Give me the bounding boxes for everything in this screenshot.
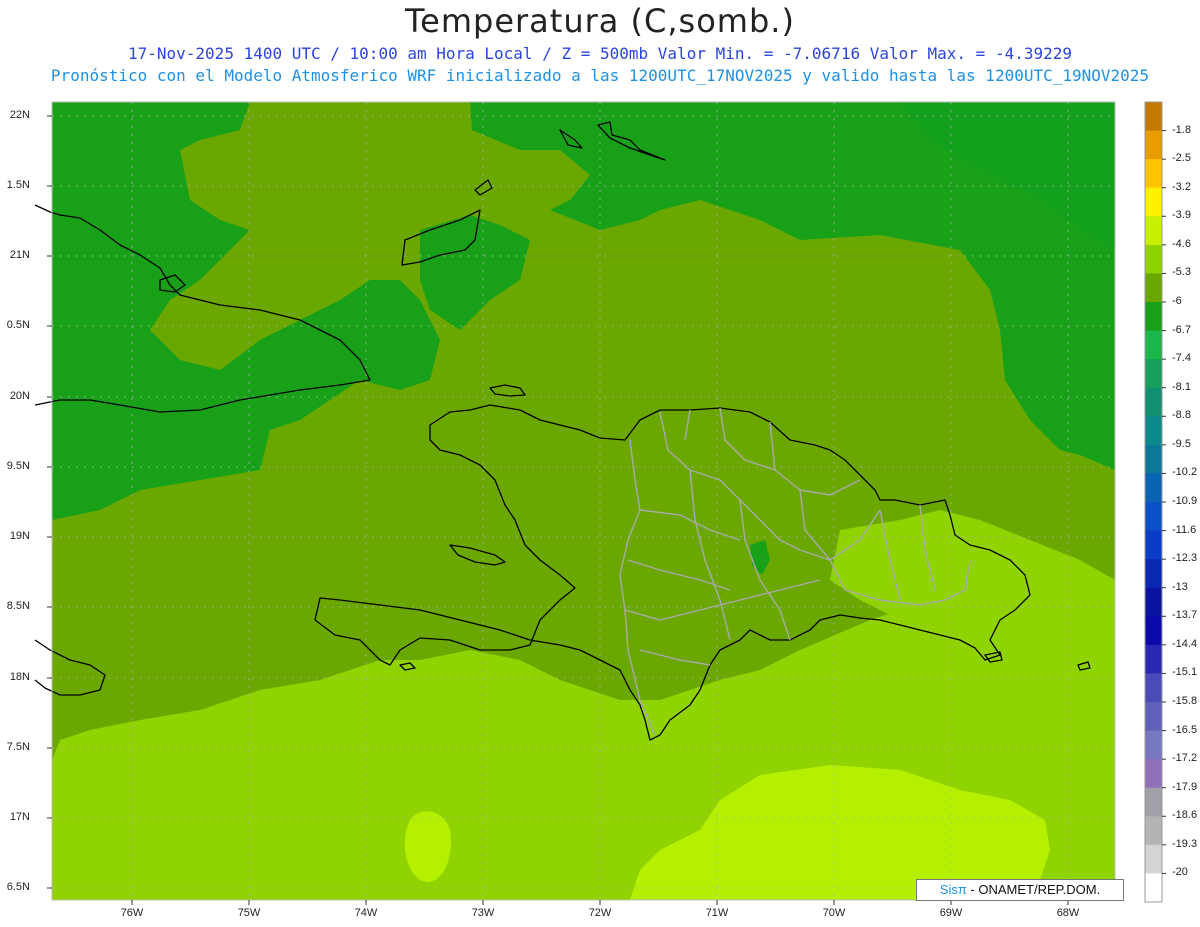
colorbar-tick-label: -15.8 (1172, 695, 1198, 707)
colorbar-swatch (1145, 187, 1162, 217)
map-field (52, 102, 1115, 900)
colorbar-tick-label: -10.9 (1172, 495, 1198, 507)
colorbar-swatch (1145, 730, 1162, 760)
lon-label: 69W (939, 907, 963, 919)
colorbar-swatch (1145, 844, 1162, 874)
lat-label: 18N (9, 671, 30, 683)
colorbar-tick-label: -6 (1172, 295, 1182, 307)
lat-label: 20N (9, 390, 30, 402)
colorbar-swatch (1145, 444, 1162, 474)
colorbar-tick-label: -2.5 (1172, 152, 1191, 165)
brand-label: Sisπ (939, 882, 967, 897)
colorbar-tick-label: -12.3 (1172, 552, 1198, 565)
colorbar-tick-label: -13 (1172, 580, 1188, 593)
colorbar-tick-label: -9.5 (1172, 437, 1191, 450)
lon-label: 76W (120, 907, 144, 919)
colorbar-tick-label: -13.7 (1172, 609, 1198, 622)
colorbar-tick-label: -8.8 (1172, 409, 1191, 422)
colorbar-swatch (1145, 302, 1162, 332)
colorbar-swatch (1145, 644, 1162, 674)
lon-label: 75W (237, 907, 261, 919)
colorbar-swatch (1145, 387, 1162, 417)
colorbar-swatch (1145, 359, 1162, 389)
lat-label: 0.5N (6, 319, 30, 331)
lat-label: 6.5N (6, 881, 30, 893)
colorbar-tick-label: -4.6 (1172, 237, 1191, 250)
colorbar-tick-label: -3.2 (1172, 180, 1191, 193)
lat-ticks (47, 115, 52, 889)
colorbar-swatch (1145, 673, 1162, 703)
colorbar-tick-label: -20 (1172, 866, 1188, 879)
lat-label: 21N (9, 249, 30, 261)
colorbar-swatch (1145, 759, 1162, 789)
colorbar-swatch (1145, 130, 1162, 160)
lon-label: 74W (354, 907, 378, 919)
colorbar-tick-label: -15.1 (1172, 666, 1198, 679)
colorbar-swatch (1145, 587, 1162, 617)
colorbar-swatch (1145, 102, 1162, 132)
lat-label: 8.5N (6, 600, 30, 612)
colorbar-tick-label: -11.6 (1172, 523, 1197, 536)
lon-label: 68W (1056, 907, 1080, 919)
lat-label: 1.5N (6, 179, 30, 191)
lat-label: 19N (9, 530, 30, 542)
lon-label: 71W (705, 907, 729, 919)
colorbar-swatch (1145, 330, 1162, 360)
colorbar-tick-label: -17.2 (1172, 752, 1198, 765)
colorbar-tick-label: -3.9 (1172, 209, 1191, 222)
lat-label: 22N (9, 109, 30, 121)
colorbar-swatch (1145, 616, 1162, 646)
credit-box: Sisπ - ONAMET/REP.DOM. (916, 879, 1124, 901)
colorbar-swatch (1145, 787, 1162, 817)
colorbar (1144, 101, 1166, 903)
colorbar-tick-label: -8.1 (1172, 380, 1191, 393)
colorbar-swatch (1145, 273, 1162, 303)
colorbar-swatch (1145, 502, 1162, 532)
colorbar-swatch (1145, 702, 1162, 732)
lat-label: 9.5N (6, 460, 30, 472)
colorbar-swatch (1145, 559, 1162, 589)
colorbar-tick-label: -6.7 (1172, 323, 1191, 336)
colorbar-swatch (1145, 159, 1162, 189)
colorbar-tick-label: -5.3 (1172, 266, 1191, 279)
lat-label: 17N (9, 811, 30, 823)
colorbar-swatch (1145, 416, 1162, 446)
colorbar-tick-label: -14.4 (1172, 637, 1198, 650)
lon-label: 70W (822, 907, 846, 919)
colorbar-tick-label: -10.2 (1172, 466, 1198, 479)
colorbar-swatch (1145, 873, 1162, 903)
colorbar-tick-label: -19.3 (1172, 837, 1198, 850)
colorbar-swatch (1145, 216, 1162, 246)
colorbar-tick-label: -16.5 (1172, 723, 1198, 736)
colorbar-swatch (1145, 530, 1162, 560)
credit-label: - ONAMET/REP.DOM. (966, 882, 1101, 897)
lon-label: 73W (471, 907, 495, 919)
colorbar-swatch (1145, 473, 1162, 503)
colorbar-tick-label: -1.8 (1172, 123, 1191, 136)
colorbar-swatch (1145, 816, 1162, 846)
lon-label: 72W (588, 907, 612, 919)
colorbar-tick-label: -7.4 (1172, 352, 1191, 365)
colorbar-tick-label: -18.6 (1172, 809, 1198, 822)
temperature-map (34, 101, 1166, 905)
lat-label: 7.5N (6, 741, 30, 753)
colorbar-tick-label: -17.9 (1172, 780, 1198, 793)
colorbar-swatch (1145, 244, 1162, 274)
